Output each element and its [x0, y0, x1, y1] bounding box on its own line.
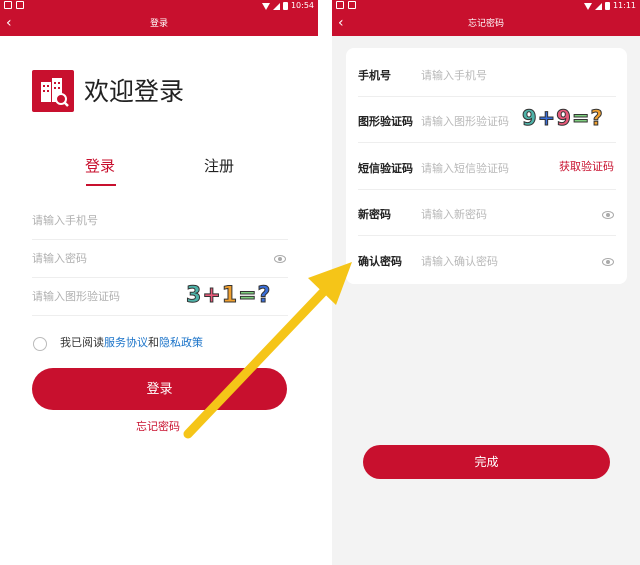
row-label: 确认密码: [358, 255, 402, 268]
captcha-char: ?: [590, 106, 603, 131]
screenshot-root: 10:54 ‹ 登录 欢迎登录 登录 注册 请输入手机号 请输入密码 请输入图形…: [0, 0, 640, 565]
row-label: 短信验证码: [358, 162, 413, 175]
captcha-image[interactable]: 3 + 1 = ?: [185, 283, 271, 308]
row-placeholder: 请输入短信验证码: [421, 162, 509, 175]
row-label: 手机号: [358, 69, 391, 82]
done-button[interactable]: 完成: [363, 445, 610, 479]
status-time: 10:54: [290, 1, 314, 10]
confirm-password-row[interactable]: 确认密码 请输入确认密码: [358, 237, 616, 283]
phone-row[interactable]: 手机号 请输入手机号: [358, 51, 616, 97]
eye-icon[interactable]: [274, 255, 286, 263]
active-tab-indicator: [86, 184, 116, 186]
agreement-checkbox[interactable]: [33, 337, 47, 351]
captcha-char: 3: [185, 283, 202, 308]
status-bar: 10:54: [0, 0, 318, 12]
signal-icon: [272, 2, 280, 10]
captcha-char: 1: [221, 283, 238, 308]
phone-input[interactable]: 请输入手机号: [32, 202, 288, 240]
captcha-char: =: [238, 283, 257, 308]
captcha-image[interactable]: 9 + 9 = ?: [522, 106, 604, 131]
get-code-button[interactable]: 获取验证码: [559, 160, 614, 174]
eye-icon[interactable]: [602, 258, 614, 266]
row-placeholder: 请输入新密码: [421, 208, 487, 221]
agreement-and: 和: [148, 336, 159, 349]
new-password-row[interactable]: 新密码 请输入新密码: [358, 190, 616, 236]
app-notification-icon: [348, 1, 356, 9]
privacy-policy-link[interactable]: 隐私政策: [159, 336, 203, 349]
title-bar: ‹ 忘记密码: [332, 12, 640, 36]
password-input[interactable]: 请输入密码: [32, 240, 288, 278]
row-placeholder: 请输入图形验证码: [421, 115, 509, 128]
app-logo: [32, 70, 74, 112]
row-label: 图形验证码: [358, 115, 413, 128]
captcha-char: =: [571, 106, 590, 131]
wifi-icon: [583, 2, 592, 10]
battery-icon: [604, 2, 610, 10]
signal-icon: [594, 2, 602, 10]
notification-icon: [336, 1, 344, 9]
row-placeholder: 请输入确认密码: [421, 255, 498, 268]
battery-icon: [282, 2, 288, 10]
phone-placeholder: 请输入手机号: [32, 214, 98, 227]
captcha-char: +: [202, 283, 221, 308]
page-title: 登录: [149, 19, 168, 29]
status-bar: 11:11: [332, 0, 640, 12]
password-placeholder: 请输入密码: [32, 252, 87, 265]
row-placeholder: 请输入手机号: [421, 69, 487, 82]
captcha-placeholder: 请输入图形验证码: [32, 290, 120, 303]
tab-login[interactable]: 登录: [85, 156, 115, 176]
wifi-icon: [261, 2, 270, 10]
eye-icon[interactable]: [602, 211, 614, 219]
building-search-icon: [41, 78, 69, 107]
notification-icon: [4, 1, 12, 9]
agreement-prefix: 我已阅读: [60, 336, 104, 349]
status-time: 11:11: [612, 1, 636, 10]
captcha-char: 9: [556, 106, 572, 131]
app-notification-icon: [16, 1, 24, 9]
captcha-char: +: [537, 106, 556, 131]
captcha-char: ?: [257, 283, 271, 308]
captcha-char: 9: [522, 106, 538, 131]
row-label: 新密码: [358, 208, 391, 221]
page-title: 忘记密码: [467, 19, 504, 29]
service-agreement-link[interactable]: 服务协议: [104, 336, 148, 349]
tab-register[interactable]: 注册: [204, 156, 234, 176]
login-button[interactable]: 登录: [32, 368, 287, 410]
agreement-text: 我已阅读服务协议和隐私政策: [60, 336, 203, 350]
forgot-password-link[interactable]: 忘记密码: [136, 420, 180, 434]
title-bar: ‹ 登录: [0, 12, 318, 36]
welcome-heading: 欢迎登录: [84, 77, 185, 106]
